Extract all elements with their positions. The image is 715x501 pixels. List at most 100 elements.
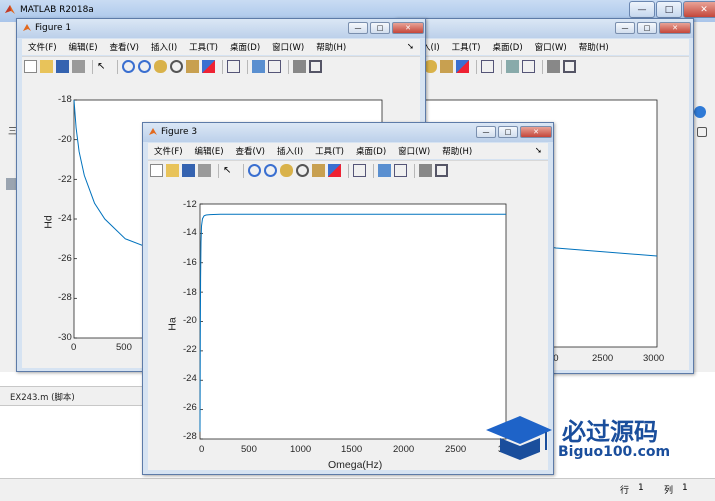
menu-help[interactable]: 帮助(H): [310, 41, 352, 53]
show-plot-tools-icon[interactable]: [309, 60, 322, 73]
new-figure-icon[interactable]: [150, 164, 163, 177]
menu-item[interactable]: 帮助(H): [573, 41, 615, 53]
save-icon[interactable]: [182, 164, 195, 177]
pointer-icon[interactable]: ↖: [97, 60, 110, 73]
colorbar-icon[interactable]: [378, 164, 391, 177]
menu-window[interactable]: 窗口(W): [266, 41, 310, 53]
data-cursor-icon[interactable]: [440, 60, 453, 73]
dock-arrow-icon[interactable]: ➘: [529, 146, 548, 156]
menu-tools[interactable]: 工具(T): [309, 145, 350, 157]
dock-arrow-icon[interactable]: ➘: [401, 42, 420, 52]
editor-tab[interactable]: EX243.m (脚本): [0, 386, 145, 406]
x-tick: 1000: [290, 444, 312, 455]
zoom-in-icon[interactable]: [248, 164, 261, 177]
show-plot-tools-icon[interactable]: [563, 60, 576, 73]
rotate-icon[interactable]: [296, 164, 309, 177]
fig2-minimize-button[interactable]: —: [615, 22, 635, 34]
x-tick: 0: [71, 342, 77, 353]
pan-icon[interactable]: [280, 164, 293, 177]
menu-edit[interactable]: 编辑(E): [189, 145, 230, 157]
pointer-icon[interactable]: ↖: [223, 164, 236, 177]
hide-plot-tools-icon[interactable]: [293, 60, 306, 73]
minimize-button[interactable]: —: [629, 1, 655, 18]
fig1-maximize-button[interactable]: □: [370, 22, 390, 34]
x-tick: 500: [116, 342, 132, 353]
figure2-toolbar: [396, 56, 689, 76]
menu-item[interactable]: 桌面(D): [486, 41, 528, 53]
legend-icon[interactable]: [268, 60, 281, 73]
brush-icon[interactable]: [202, 60, 215, 73]
fig1-close-button[interactable]: ✕: [392, 22, 424, 34]
y-tick: -28: [183, 431, 197, 442]
y-tick: -22: [58, 174, 72, 185]
y-tick: -26: [183, 402, 197, 413]
new-figure-icon[interactable]: [24, 60, 37, 73]
menu-window[interactable]: 窗口(W): [392, 145, 436, 157]
fig3-maximize-button[interactable]: □: [498, 126, 518, 138]
open-file-icon[interactable]: [166, 164, 179, 177]
x-tick: 2000: [393, 444, 415, 455]
maximize-button[interactable]: □: [656, 1, 682, 18]
menu-insert[interactable]: 插入(I): [271, 145, 309, 157]
matlab-window-controls: — □ ✕: [628, 1, 715, 19]
data-cursor-icon[interactable]: [186, 60, 199, 73]
row-value: 1: [638, 483, 644, 493]
col-label: 列: [664, 486, 674, 496]
menu-file[interactable]: 文件(F): [22, 41, 63, 53]
matlab-figure-icon: [23, 24, 31, 31]
fig2-close-button[interactable]: ✕: [659, 22, 691, 34]
zoom-out-icon[interactable]: [138, 60, 151, 73]
link-plot-icon[interactable]: [227, 60, 240, 73]
menu-view[interactable]: 查看(V): [104, 41, 145, 53]
link-plot-icon[interactable]: [353, 164, 366, 177]
pan-icon[interactable]: [154, 60, 167, 73]
y-tick: -20: [58, 134, 72, 145]
menu-insert[interactable]: 插入(I): [145, 41, 183, 53]
y-tick: -16: [183, 257, 197, 268]
colorbar-icon[interactable]: [506, 60, 519, 73]
figure3-ylabel: Ha: [166, 317, 179, 331]
save-icon[interactable]: [56, 60, 69, 73]
fig3-close-button[interactable]: ✕: [520, 126, 552, 138]
y-tick: -22: [183, 344, 197, 355]
legend-icon[interactable]: [394, 164, 407, 177]
close-button[interactable]: ✕: [683, 1, 715, 18]
fig3-minimize-button[interactable]: —: [476, 126, 496, 138]
print-icon[interactable]: [198, 164, 211, 177]
brush-icon[interactable]: [456, 60, 469, 73]
menu-desktop[interactable]: 桌面(D): [350, 145, 392, 157]
link-plot-icon[interactable]: [481, 60, 494, 73]
x-tick: 2500: [592, 353, 614, 364]
menu-item[interactable]: 窗口(W): [529, 41, 573, 53]
search-icon[interactable]: [694, 106, 706, 118]
hide-plot-tools-icon[interactable]: [419, 164, 432, 177]
figure1-title: Figure 1: [35, 23, 72, 33]
matlab-right-panel: [692, 22, 715, 378]
menu-desktop[interactable]: 桌面(D): [224, 41, 266, 53]
print-icon[interactable]: [72, 60, 85, 73]
figure3-xlabel: Omega(Hz): [328, 459, 383, 471]
show-plot-tools-icon[interactable]: [435, 164, 448, 177]
menu-tools[interactable]: 工具(T): [183, 41, 224, 53]
y-tick: -30: [58, 332, 72, 343]
rotate-icon[interactable]: [170, 60, 183, 73]
brush-icon[interactable]: [328, 164, 341, 177]
menu-view[interactable]: 查看(V): [230, 145, 271, 157]
watermark-url: Biguo100.com: [558, 444, 671, 460]
menu-item[interactable]: 工具(T): [446, 41, 487, 53]
zoom-out-icon[interactable]: [264, 164, 277, 177]
menu-edit[interactable]: 编辑(E): [63, 41, 104, 53]
colorbar-icon[interactable]: [252, 60, 265, 73]
data-cursor-icon[interactable]: [312, 164, 325, 177]
figure1-ylabel: Hd: [42, 215, 55, 229]
open-file-icon[interactable]: [40, 60, 53, 73]
menu-help[interactable]: 帮助(H): [436, 145, 478, 157]
legend-icon[interactable]: [522, 60, 535, 73]
expand-icon[interactable]: [697, 127, 707, 137]
fig1-minimize-button[interactable]: —: [348, 22, 368, 34]
y-tick: -26: [58, 253, 72, 264]
hide-plot-tools-icon[interactable]: [547, 60, 560, 73]
fig2-maximize-button[interactable]: □: [637, 22, 657, 34]
menu-file[interactable]: 文件(F): [148, 145, 189, 157]
zoom-in-icon[interactable]: [122, 60, 135, 73]
